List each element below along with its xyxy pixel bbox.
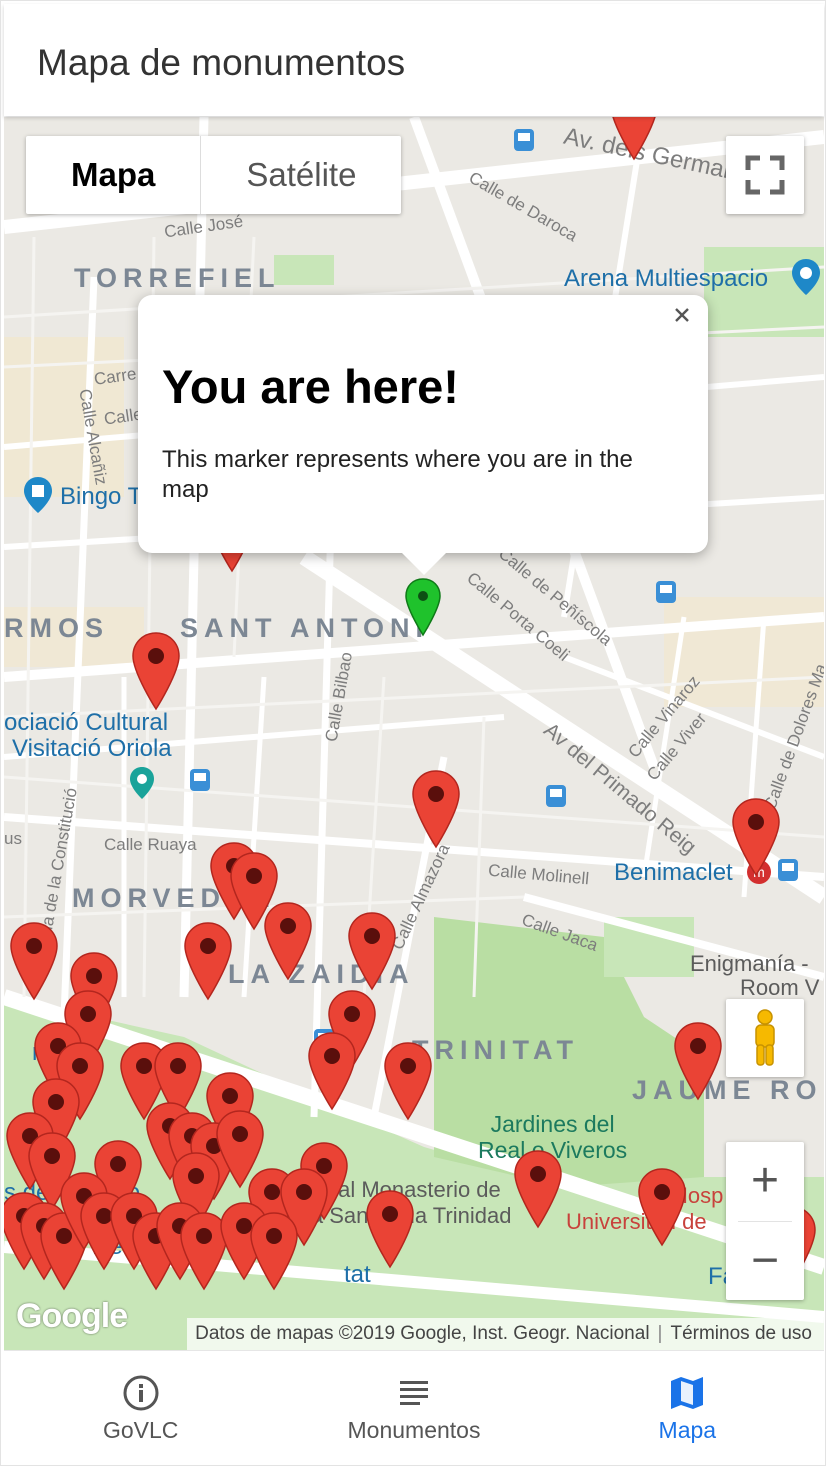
info-icon: [123, 1375, 159, 1411]
nav-item-mapa[interactable]: Mapa: [551, 1351, 824, 1465]
street-view-button[interactable]: [726, 999, 804, 1077]
monument-marker[interactable]: [384, 1042, 432, 1121]
monument-marker[interactable]: [732, 798, 780, 877]
monument-marker[interactable]: [10, 922, 58, 1001]
monument-marker[interactable]: [132, 632, 180, 711]
attribution-text: Datos de mapas ©2019 Google, Inst. Geogr…: [195, 1323, 650, 1344]
map-type-mapa-button[interactable]: Mapa: [26, 136, 200, 214]
user-location-marker[interactable]: [405, 578, 441, 637]
nav-item-monumentos[interactable]: Monumentos: [277, 1351, 550, 1465]
close-icon[interactable]: [666, 299, 698, 331]
zoom-in-button[interactable]: +: [726, 1142, 804, 1220]
monument-marker[interactable]: [348, 912, 396, 991]
page-title: Mapa de monumentos: [37, 42, 406, 83]
monument-marker[interactable]: [674, 1022, 722, 1101]
monument-marker[interactable]: [638, 1168, 686, 1247]
monument-marker[interactable]: [180, 1212, 228, 1291]
nav-label: Mapa: [658, 1417, 717, 1443]
zoom-out-button[interactable]: −: [726, 1222, 804, 1300]
monument-marker[interactable]: [184, 922, 232, 1001]
map-icon: [671, 1377, 704, 1409]
nav-item-govlc[interactable]: GoVLC: [4, 1351, 277, 1465]
list-icon: [399, 1381, 428, 1405]
info-window-body: This marker represents where you are in …: [162, 446, 633, 503]
monument-marker[interactable]: [611, 117, 657, 161]
fullscreen-icon: [745, 155, 785, 195]
nav-label: Monumentos: [347, 1417, 481, 1443]
monument-marker[interactable]: [412, 770, 460, 849]
nav-label: GoVLC: [102, 1417, 179, 1443]
map-type-control: Mapa Satélite: [26, 136, 402, 214]
monument-marker[interactable]: [308, 1032, 356, 1111]
info-window-title: You are here!: [162, 360, 459, 413]
map-view[interactable]: Av. dels Germans Calle de Daroca Calle J…: [4, 117, 824, 1350]
attribution-separator: |: [657, 1323, 663, 1344]
terms-link[interactable]: Términos de uso: [670, 1323, 812, 1344]
zoom-control: + −: [726, 1142, 804, 1300]
monument-marker[interactable]: [264, 902, 312, 981]
monument-marker[interactable]: [366, 1190, 414, 1269]
app-bar: Mapa de monumentos: [4, 4, 824, 116]
map-type-satelite-button[interactable]: Satélite: [200, 136, 401, 214]
info-window: You are here! This marker represents whe…: [138, 295, 708, 575]
pegman-icon: [755, 1009, 775, 1066]
bottom-navigation: GoVLC Monumentos Mapa: [4, 1350, 824, 1465]
google-logo: Google: [16, 1297, 128, 1335]
app-frame: Mapa de monumentos Av. dels Germans Call…: [0, 0, 826, 1466]
monument-marker[interactable]: [250, 1212, 298, 1291]
monument-marker[interactable]: [514, 1150, 562, 1229]
map-attribution: Datos de mapas ©2019 Google, Inst. Geogr…: [187, 1318, 824, 1350]
fullscreen-button[interactable]: [726, 136, 804, 214]
